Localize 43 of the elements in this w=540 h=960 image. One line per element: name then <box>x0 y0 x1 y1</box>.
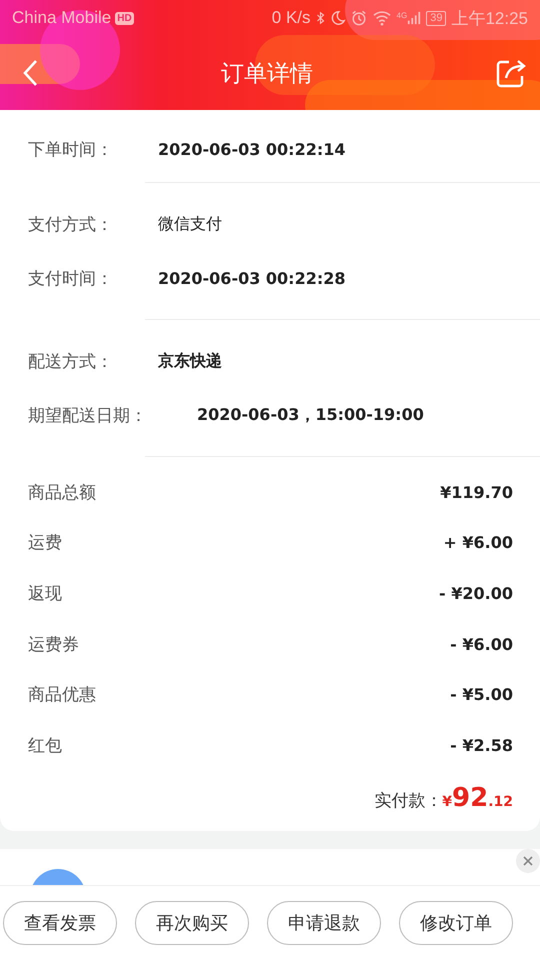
price-label: 运费 <box>28 532 62 554</box>
price-label: 运费券 <box>28 634 79 656</box>
price-value: ¥119.70 <box>440 482 513 502</box>
price-label: 商品优惠 <box>28 684 96 706</box>
action-button[interactable]: 查看发票 <box>3 901 117 945</box>
field-label: 配送方式： <box>28 350 114 372</box>
carrier-name: China Mobile <box>12 8 112 28</box>
field-label: 支付方式： <box>28 214 114 236</box>
status-time: 上午12:25 <box>451 8 528 30</box>
share-icon[interactable] <box>496 58 526 88</box>
action-button[interactable]: 修改订单 <box>399 901 513 945</box>
signal-icon <box>407 11 422 25</box>
network-speed: 0 K/s <box>272 8 311 28</box>
field-value: 2020-06-03 00:22:28 <box>158 268 346 288</box>
field-label: 下单时间： <box>28 138 114 160</box>
price-label: 红包 <box>28 734 62 757</box>
wifi-icon <box>372 10 392 26</box>
action-button[interactable]: 申请退款 <box>267 901 381 945</box>
price-value: - ¥5.00 <box>450 685 513 704</box>
hd-badge: HD <box>115 12 134 24</box>
price-value: - ¥6.00 <box>450 634 513 654</box>
price-label: 返现 <box>28 582 62 605</box>
page-title: 订单详情 <box>221 60 313 88</box>
alarm-icon <box>350 10 367 26</box>
price-label: 商品总额 <box>28 482 96 504</box>
battery-icon: 39 <box>426 10 446 26</box>
back-icon[interactable] <box>22 59 38 87</box>
moon-icon <box>330 10 346 26</box>
price-value: - ¥20.00 <box>439 584 513 603</box>
field-label: 期望配送日期： <box>28 404 148 426</box>
bluetooth-icon <box>316 10 325 26</box>
price-value: + ¥6.00 <box>443 533 513 552</box>
field-value: 京东快递 <box>158 350 222 372</box>
total-amount: ¥92.12 <box>442 782 513 813</box>
field-value: 2020-06-03，15:00-19:00 <box>197 404 424 426</box>
total-label: 实付款： <box>374 790 442 812</box>
close-icon[interactable] <box>516 848 540 873</box>
field-value: 微信支付 <box>158 214 222 234</box>
field-label: 支付时间： <box>28 268 114 290</box>
price-value: - ¥2.58 <box>450 736 513 755</box>
network-type: 4G <box>396 11 408 20</box>
action-button[interactable]: 再次购买 <box>135 901 249 945</box>
field-value: 2020-06-03 00:22:14 <box>158 140 346 158</box>
